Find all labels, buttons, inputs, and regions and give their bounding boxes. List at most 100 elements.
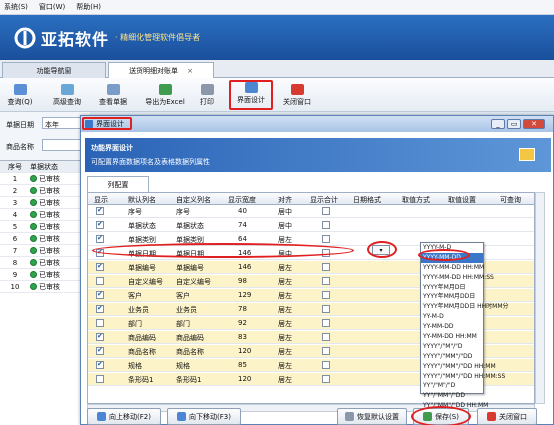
show-total-checkbox[interactable] [322,305,330,313]
show-checkbox[interactable] [96,220,104,229]
show-total-checkbox[interactable] [322,375,330,383]
column-width[interactable]: 83 [238,333,247,341]
date-format-option[interactable]: YY-MM-DD HH:MM [421,332,483,342]
menu-window[interactable]: 窗口(W) [39,2,65,12]
menu-system[interactable]: 系统(S) [4,2,28,12]
date-format-option[interactable]: YYYY"/"MM"/"DD HH:MM:SS [421,372,505,382]
column-width[interactable]: 40 [238,207,247,215]
custom-name[interactable]: 商品名称 [176,347,204,357]
date-format-option[interactable]: YY-MM-DD [421,322,483,332]
column-align[interactable]: 居左 [278,361,292,371]
dialog-close-window-button[interactable]: 关闭窗口 [477,408,537,425]
column-width[interactable]: 129 [238,291,251,299]
view-document-button[interactable]: 查看单据 [94,80,132,110]
date-format-option[interactable]: YYYY-MM-DD HH:MM [421,263,484,273]
close-window-button[interactable]: 关闭窗口 [280,80,314,110]
ui-design-button[interactable]: 界面设计 [229,80,273,110]
show-total-checkbox[interactable] [322,291,330,299]
show-checkbox[interactable] [96,206,104,215]
date-format-option[interactable]: YYYY-MM-DD HH:MM:SS [421,273,494,283]
show-checkbox[interactable] [96,290,104,299]
product-filter-input[interactable] [42,139,82,151]
dialog-close-button[interactable]: ✕ [523,119,545,129]
show-checkbox[interactable] [96,234,104,243]
date-format-option[interactable]: YYYY年MM月DD日 HH时MM分 [421,302,509,312]
column-width[interactable]: 120 [238,375,251,383]
column-align[interactable]: 居左 [278,319,292,329]
show-total-checkbox[interactable] [322,221,330,229]
config-row[interactable]: 单据状态 单据状态 74 居中 [88,219,534,232]
show-checkbox[interactable] [96,277,104,285]
custom-name[interactable]: 单据状态 [176,221,204,231]
show-total-checkbox[interactable] [322,361,330,369]
column-align[interactable]: 居左 [278,375,292,385]
restore-default-button[interactable]: 恢复默认设置 [337,408,407,425]
custom-name[interactable]: 客户 [176,291,190,301]
column-width[interactable]: 74 [238,221,247,229]
column-align[interactable]: 居左 [278,347,292,357]
query-button[interactable]: 查询(Q) [2,80,38,110]
table-row[interactable]: 2 已审核 [0,185,90,197]
show-checkbox[interactable] [96,360,104,369]
date-format-list[interactable]: YYYY-M-D YYYY-MM-DD YYYY-MM-DD HH:MM YYYY-M… [420,242,509,409]
custom-name[interactable]: 单据编号 [176,263,204,273]
column-align[interactable]: 居左 [278,333,292,343]
show-checkbox[interactable] [96,346,104,355]
custom-name[interactable]: 业务员 [176,305,197,315]
move-down-button[interactable]: 向下移动(F3) [167,408,241,425]
custom-name[interactable]: 商品编码 [176,333,204,343]
config-row[interactable]: 序号 序号 40 居中 [88,205,534,218]
show-checkbox[interactable] [96,332,104,341]
move-up-button[interactable]: 向上移动(F2) [87,408,161,425]
table-row[interactable]: 4 已审核 [0,209,90,221]
column-align[interactable]: 居左 [278,305,292,315]
show-total-checkbox[interactable] [322,347,330,355]
tab-navigation[interactable]: 功能导航窗 [2,62,106,78]
column-align[interactable]: 居中 [278,221,292,231]
column-width[interactable]: 120 [238,347,251,355]
table-row[interactable]: 5 已审核 [0,221,90,233]
menu-help[interactable]: 帮助(H) [76,2,101,12]
show-total-checkbox[interactable] [322,277,330,285]
config-grid-vscroll[interactable] [535,192,545,404]
date-format-option[interactable]: YY-M-D [421,312,483,322]
show-total-checkbox[interactable] [322,333,330,341]
date-filter-select[interactable]: 本年 [42,117,82,129]
table-row[interactable]: 9 已审核 [0,269,90,281]
maximize-button[interactable]: ▭ [507,119,521,129]
show-total-checkbox[interactable] [322,263,330,271]
date-format-option[interactable]: YYYY年MM月DD日 [421,292,483,302]
custom-name[interactable]: 规格 [176,361,190,371]
column-align[interactable]: 居中 [278,207,292,217]
custom-name[interactable]: 序号 [176,207,190,217]
show-checkbox[interactable] [96,319,104,327]
column-width[interactable]: 98 [238,277,247,285]
advanced-query-button[interactable]: 高级查询 [48,80,86,110]
date-format-option[interactable]: YY"/"MM"/"DD [421,391,483,401]
show-checkbox[interactable] [96,375,104,383]
column-align[interactable]: 居左 [278,291,292,301]
tab-delivery-statement[interactable]: 送货明细对账单 × [108,62,214,78]
date-format-option[interactable]: YY"/"M"/"D [421,381,483,391]
table-row[interactable]: 6 已审核 [0,233,90,245]
table-row[interactable]: 1 已审核 [0,173,90,185]
show-total-checkbox[interactable] [322,235,330,243]
minimize-button[interactable]: _ [491,119,505,129]
show-total-checkbox[interactable] [322,319,330,327]
date-format-option[interactable]: YYYY"/"MM"/"DD HH:MM [421,362,496,372]
column-align[interactable]: 居左 [278,277,292,287]
export-excel-button[interactable]: 导出为Excel [140,80,190,110]
custom-name[interactable]: 部门 [176,319,190,329]
table-row[interactable]: 10 已审核 [0,281,90,293]
column-width[interactable]: 78 [238,305,247,313]
column-width[interactable]: 92 [238,319,247,327]
print-button[interactable]: 打印 [196,80,218,110]
date-format-option[interactable]: YYYY年M月D日 [421,283,483,293]
column-align[interactable]: 居左 [278,263,292,273]
custom-name[interactable]: 自定义编号 [176,277,211,287]
column-width[interactable]: 146 [238,263,251,271]
close-icon[interactable]: × [187,67,193,75]
tab-column-config[interactable]: 列配置 [87,176,149,192]
table-row[interactable]: 7 已审核 [0,245,90,257]
show-checkbox[interactable] [96,304,104,313]
